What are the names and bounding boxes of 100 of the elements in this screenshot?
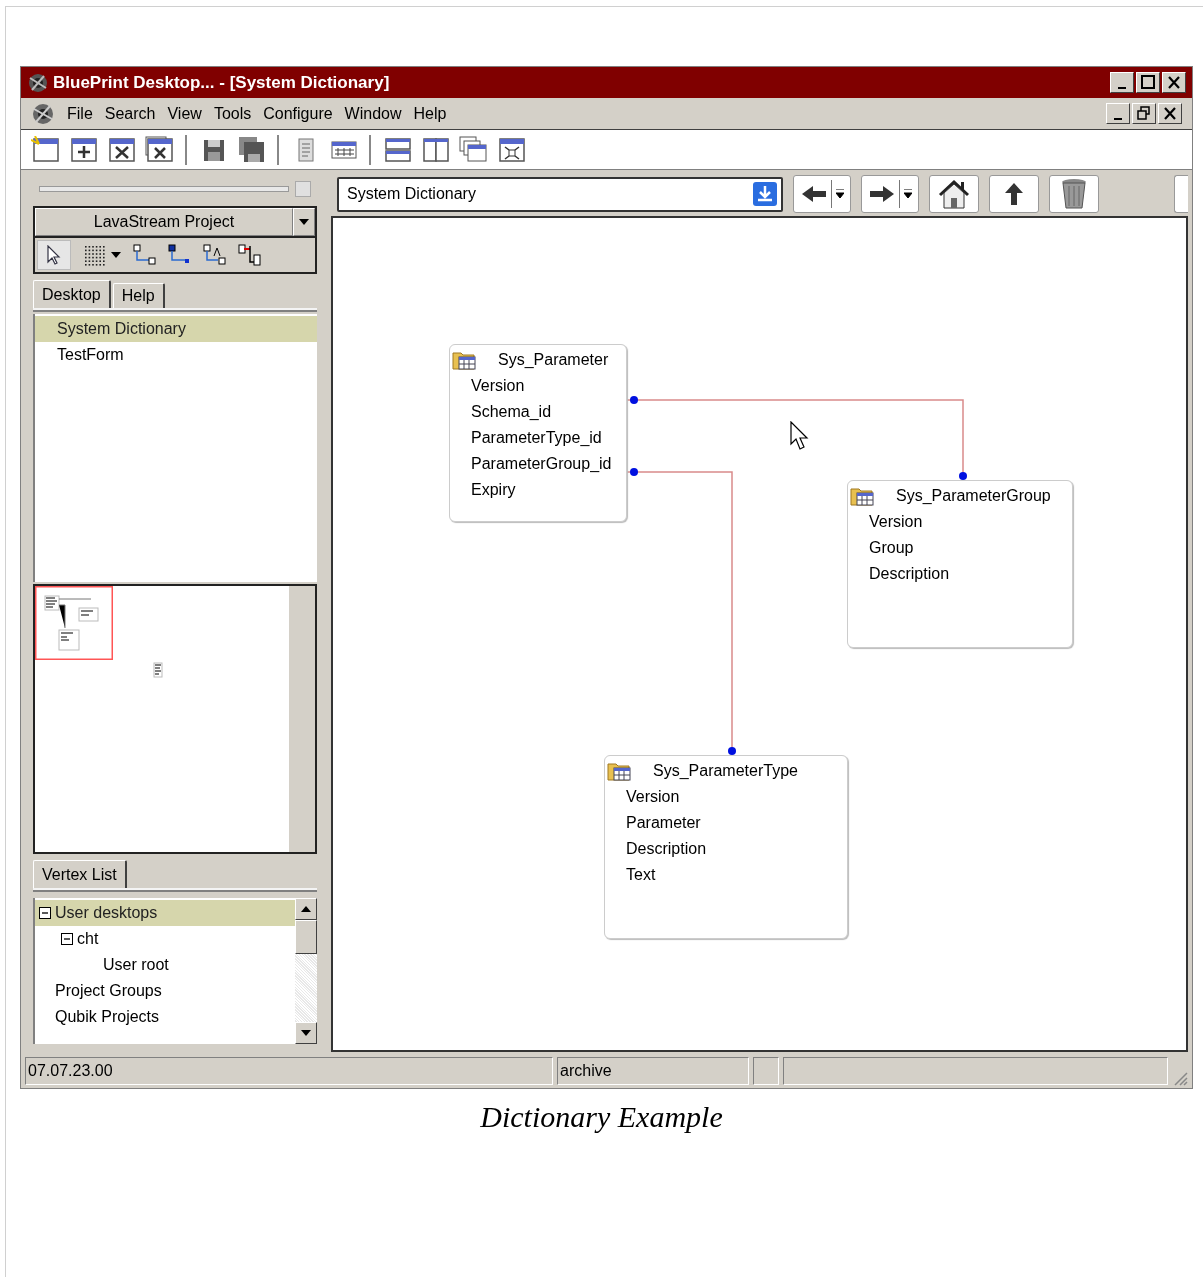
menu-item[interactable]: Search xyxy=(104,101,156,126)
menu-item[interactable]: View xyxy=(167,101,202,126)
table-field: Text xyxy=(605,862,847,888)
close-button[interactable] xyxy=(1158,103,1182,124)
close-all-windows-icon[interactable] xyxy=(145,135,173,164)
tree-item[interactable]: Qubik Projects xyxy=(55,1005,160,1029)
collapse-icon[interactable] xyxy=(61,933,73,945)
table-field: Expiry xyxy=(450,477,626,503)
grid-icon[interactable] xyxy=(83,244,105,266)
status-text: 07.07.23.00 xyxy=(25,1057,553,1085)
scroll-thumb[interactable] xyxy=(295,920,317,954)
new-window-icon[interactable] xyxy=(31,135,59,164)
trash-button[interactable] xyxy=(1049,175,1099,213)
minimize-button[interactable] xyxy=(1110,72,1134,93)
scrollbar[interactable] xyxy=(295,898,317,1044)
menu-item[interactable]: Window xyxy=(344,101,402,126)
menu-item[interactable]: File xyxy=(67,101,93,126)
minimize-button[interactable] xyxy=(1106,103,1130,124)
tile-vertical-icon[interactable] xyxy=(421,135,449,164)
table-field: Schema_id xyxy=(450,399,626,425)
close-button[interactable] xyxy=(1162,72,1186,93)
up-button[interactable] xyxy=(989,175,1039,213)
close-window-icon[interactable] xyxy=(107,135,135,164)
list-item[interactable]: System Dictionary xyxy=(35,316,317,342)
cascade-windows-icon[interactable] xyxy=(459,135,487,164)
maximize-icon xyxy=(1138,73,1158,92)
trash-can-icon xyxy=(1059,178,1089,210)
tab[interactable]: Help xyxy=(112,283,165,308)
download-icon[interactable] xyxy=(753,182,777,206)
table-field: Version xyxy=(848,509,1072,535)
scroll-up-button[interactable] xyxy=(295,898,317,920)
up-arrow-icon xyxy=(301,906,311,912)
caret-icon xyxy=(299,219,309,225)
menu-item[interactable]: Help xyxy=(413,101,447,126)
caret-icon xyxy=(903,189,912,199)
table-field: Parameter xyxy=(605,810,847,836)
maximize-button[interactable] xyxy=(1136,72,1160,93)
scroll-down-button[interactable] xyxy=(295,1022,317,1044)
menu-item[interactable]: Configure xyxy=(263,101,333,126)
pointer-icon xyxy=(47,245,61,265)
caret-icon[interactable] xyxy=(111,252,121,258)
cursor-icon xyxy=(790,421,810,451)
home-button[interactable] xyxy=(929,175,979,213)
caret-icon xyxy=(835,189,844,199)
status-panel xyxy=(753,1057,779,1085)
down-arrow-icon xyxy=(301,1030,311,1036)
table-name: Sys_ParameterType xyxy=(653,761,798,781)
table-field: Version xyxy=(450,373,626,399)
panel-grip[interactable] xyxy=(39,186,289,192)
table-folder-icon xyxy=(607,760,633,782)
table-field: Version xyxy=(605,784,847,810)
table-name: Sys_Parameter xyxy=(498,350,609,370)
forward-button[interactable] xyxy=(861,175,919,213)
panel-toggle-button[interactable] xyxy=(295,181,311,197)
minimize-icon xyxy=(1118,86,1126,89)
window-title: BluePrint Desktop... - [System Dictionary] xyxy=(53,71,391,94)
tab[interactable]: Desktop xyxy=(33,280,111,308)
table-node[interactable]: Sys_Parameter Version Schema_id ParameterType_id ParameterGroup_id Expiry xyxy=(449,344,627,522)
house-icon xyxy=(938,179,970,209)
tree-item[interactable]: Project Groups xyxy=(55,979,162,1003)
figure-caption: Dictionary Example xyxy=(480,1099,723,1135)
connector-icon[interactable] xyxy=(133,244,156,266)
table-name: Sys_ParameterGroup xyxy=(896,486,1051,506)
resize-grip-icon[interactable] xyxy=(1172,1070,1188,1086)
link-table-icon[interactable] xyxy=(238,244,261,266)
up-arrow-icon xyxy=(1004,182,1024,206)
address-field[interactable]: System Dictionary xyxy=(337,176,783,212)
left-arrow-icon xyxy=(800,185,827,203)
restore-button[interactable] xyxy=(1132,103,1156,124)
table-folder-icon xyxy=(850,485,876,507)
add-window-icon[interactable] xyxy=(69,135,97,164)
address-value: System Dictionary xyxy=(347,184,477,204)
table-field: Group xyxy=(848,535,1072,561)
toolbar-button[interactable] xyxy=(1174,175,1188,213)
tile-horizontal-icon[interactable] xyxy=(383,135,411,164)
project-dropdown[interactable]: LavaStream Project xyxy=(33,206,317,238)
menu-item[interactable]: Tools xyxy=(213,101,252,126)
save-all-icon[interactable] xyxy=(237,135,265,164)
table-node[interactable]: Sys_ParameterGroup Version Group Description xyxy=(847,480,1073,648)
table-field: ParameterGroup_id xyxy=(450,451,626,477)
collapse-icon[interactable] xyxy=(39,907,51,919)
project-name: LavaStream Project xyxy=(35,208,293,236)
table-field: Description xyxy=(848,561,1072,587)
connector-icon[interactable] xyxy=(168,244,191,266)
table-node[interactable]: Sys_ParameterType Version Parameter Description Text xyxy=(604,755,848,939)
tree-item[interactable]: cht xyxy=(77,927,99,951)
pointer-tool-button[interactable] xyxy=(37,240,71,270)
labeled-connector-icon[interactable] xyxy=(203,244,226,266)
status-text: archive xyxy=(557,1057,749,1085)
list-item[interactable]: TestForm xyxy=(35,342,317,368)
table-folder-icon xyxy=(452,349,478,371)
tree-item[interactable]: User root xyxy=(103,953,169,977)
app-logo-icon xyxy=(27,71,49,94)
scrollbar[interactable] xyxy=(289,586,315,852)
table-field: ParameterType_id xyxy=(450,425,626,451)
minimize-icon xyxy=(1114,117,1122,120)
fit-window-icon[interactable] xyxy=(497,135,525,164)
right-arrow-icon xyxy=(868,185,895,203)
back-button[interactable] xyxy=(793,175,851,213)
tab[interactable]: Vertex List xyxy=(33,860,127,888)
